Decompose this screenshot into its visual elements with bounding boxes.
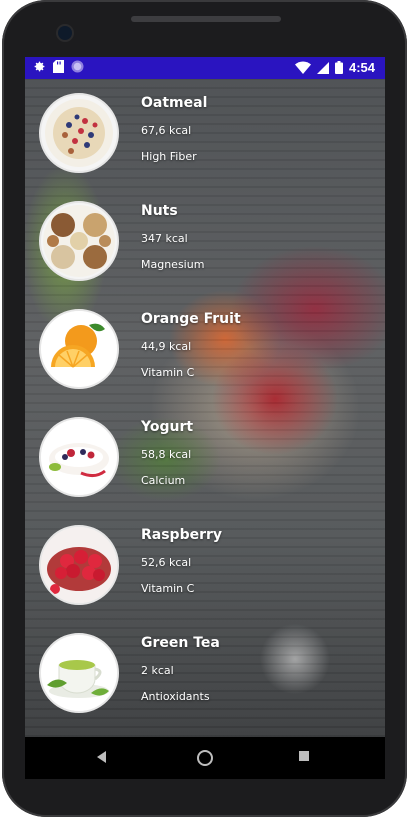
list-item-oatmeal[interactable]: Oatmeal 67,6 kcal High Fiber	[39, 93, 369, 173]
list-item-raspberry[interactable]: Raspberry 52,6 kcal Vitamin C	[39, 525, 369, 605]
food-name: Orange Fruit	[141, 311, 241, 327]
circle-icon	[71, 60, 84, 73]
food-name: Raspberry	[141, 527, 223, 543]
food-benefit: High Fiber	[141, 150, 197, 163]
food-name: Nuts	[141, 203, 178, 219]
food-kcal: 58,8 kcal	[141, 448, 192, 461]
earpiece-speaker	[131, 16, 281, 22]
food-benefit: Magnesium	[141, 258, 205, 271]
food-kcal: 67,6 kcal	[141, 124, 192, 137]
recents-icon[interactable]	[299, 751, 309, 761]
food-benefit: Vitamin C	[141, 582, 195, 595]
list-item-yogurt[interactable]: Yogurt 58,8 kcal Calcium	[39, 417, 369, 497]
wifi-icon	[294, 61, 311, 74]
food-kcal: 2 kcal	[141, 664, 174, 677]
gear-icon	[33, 60, 46, 73]
food-name: Oatmeal	[141, 95, 208, 111]
list-item-nuts[interactable]: Nuts 347 kcal Magnesium	[39, 201, 369, 281]
food-benefit: Vitamin C	[141, 366, 195, 379]
screen: 4:54 Oatmeal 67,6 kcal High Fiber Nuts 3…	[25, 57, 385, 779]
food-kcal: 347 kcal	[141, 232, 188, 245]
food-list[interactable]: Oatmeal 67,6 kcal High Fiber Nuts 347 kc…	[25, 79, 385, 737]
navigation-bar	[25, 737, 385, 779]
yogurt-bowl-image	[39, 417, 119, 497]
food-name: Yogurt	[141, 419, 194, 435]
orange-fruit-image	[39, 309, 119, 389]
food-kcal: 52,6 kcal	[141, 556, 192, 569]
cell-signal-icon	[316, 61, 329, 74]
home-icon[interactable]	[197, 750, 213, 766]
nuts-plate-image	[39, 201, 119, 281]
list-item-green-tea[interactable]: Green Tea 2 kcal Antioxidants	[39, 633, 369, 713]
back-icon[interactable]	[97, 751, 106, 763]
front-camera	[58, 26, 72, 40]
list-item-orange-fruit[interactable]: Orange Fruit 44,9 kcal Vitamin C	[39, 309, 369, 389]
sd-card-icon	[53, 60, 64, 73]
status-bar: 4:54	[25, 57, 385, 79]
status-time: 4:54	[348, 60, 375, 75]
oatmeal-bowl-image	[39, 93, 119, 173]
food-benefit: Calcium	[141, 474, 186, 487]
food-benefit: Antioxidants	[141, 690, 210, 703]
raspberry-bowl-image	[39, 525, 119, 605]
battery-icon	[334, 61, 343, 74]
phone-frame: 4:54 Oatmeal 67,6 kcal High Fiber Nuts 3…	[2, 0, 407, 817]
food-kcal: 44,9 kcal	[141, 340, 192, 353]
food-name: Green Tea	[141, 635, 220, 651]
green-tea-cup-image	[39, 633, 119, 713]
